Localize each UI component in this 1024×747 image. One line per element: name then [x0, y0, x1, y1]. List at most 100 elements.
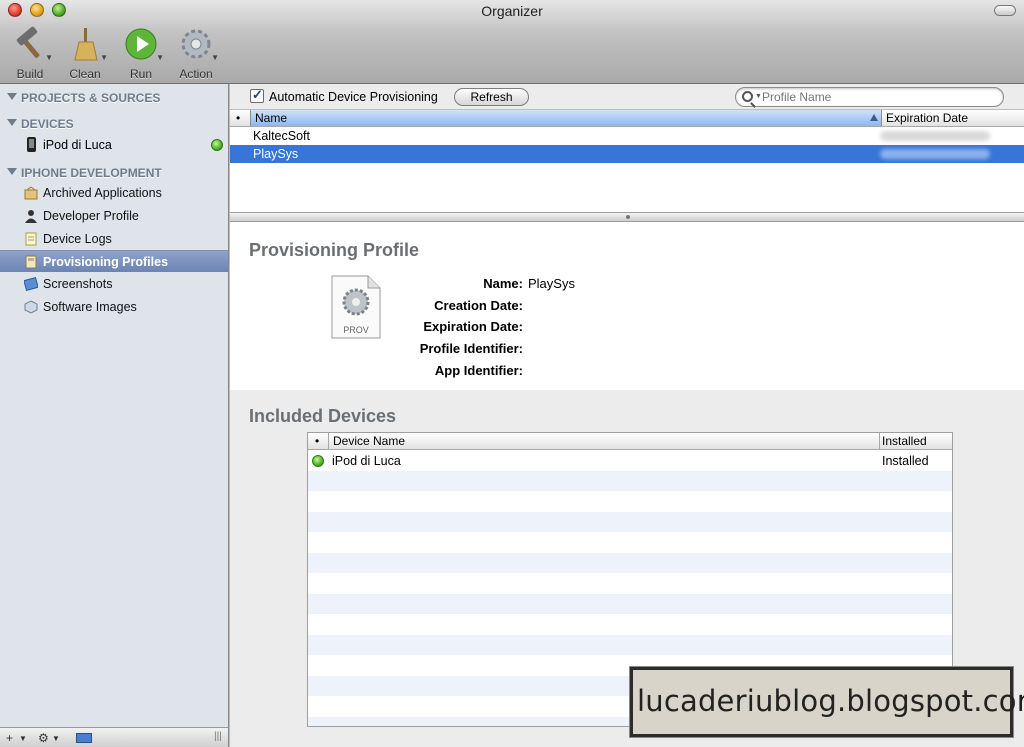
- creation-date-label: Creation Date:: [434, 298, 523, 313]
- build-label: Build: [16, 67, 44, 81]
- software-image-icon: [24, 300, 38, 314]
- profile-identifier-label: Profile Identifier:: [419, 341, 523, 356]
- clean-label: Clean: [69, 67, 101, 81]
- clean-menu-caret: ▼: [100, 53, 108, 62]
- run-menu-caret: ▼: [156, 53, 164, 62]
- included-devices-heading: Included Devices: [249, 406, 397, 426]
- disclosure-triangle-icon: [7, 93, 17, 100]
- redacted-expiration-date: [880, 149, 990, 159]
- sidebar-item-label: Software Images: [43, 300, 137, 314]
- window-toolbar: Organizer ▼ Build ▼ Clean ▼ Run ▼ Action: [0, 0, 1024, 84]
- sidebar-item-device-logs[interactable]: Device Logs: [0, 228, 228, 250]
- device-name-cell: iPod di Luca: [332, 454, 401, 468]
- profile-name-cell: PlaySys: [253, 147, 299, 161]
- clean-button[interactable]: ▼ Clean: [60, 26, 110, 82]
- name-field-value: PlaySys: [528, 276, 575, 291]
- sidebar-item-label: Screenshots: [43, 277, 113, 291]
- disclosure-triangle-icon: [7, 119, 17, 126]
- sidebar-item-provisioning-profiles[interactable]: Provisioning Profiles: [0, 250, 228, 272]
- table-stripe: [308, 512, 952, 532]
- gear-icon: [181, 29, 211, 59]
- run-label: Run: [129, 67, 152, 81]
- table-stripe: [308, 553, 952, 573]
- sidebar-item-label: Provisioning Profiles: [43, 255, 169, 269]
- profile-name-cell: KaltecSoft: [253, 129, 310, 143]
- search-icon: [742, 91, 753, 102]
- devices-label: DEVICES: [21, 117, 74, 131]
- sidebar-action-button[interactable]: ⚙: [38, 731, 49, 745]
- watermark-text: lucaderiublog.blogspot.com: [637, 684, 1024, 718]
- table-stripe: [308, 471, 952, 491]
- iphone-development-header[interactable]: IPHONE DEVELOPMENT: [0, 163, 229, 183]
- sidebar-item-label: Device Logs: [43, 232, 112, 246]
- expiration-date-label: Expiration Date:: [423, 319, 523, 334]
- projects-sources-label: PROJECTS & SOURCES: [21, 91, 161, 105]
- sidebar-bottom-bar: + ▼ ⚙ ▼ |||: [0, 727, 229, 747]
- app-identifier-label: App Identifier:: [434, 363, 523, 378]
- search-menu-caret[interactable]: ▼: [755, 93, 762, 100]
- build-menu-caret: ▼: [45, 53, 53, 62]
- sort-ascending-icon: [870, 114, 878, 121]
- profile-search-field[interactable]: ▼: [735, 87, 1004, 107]
- sidebar-item-label: Archived Applications: [43, 186, 162, 200]
- screenshot-icon: [24, 277, 38, 291]
- installed-column-header[interactable]: Installed: [882, 433, 927, 449]
- sidebar-item-screenshots[interactable]: Screenshots: [0, 273, 228, 295]
- sidebar-item-label: Developer Profile: [43, 209, 139, 223]
- provisioning-profile-heading: Provisioning Profile: [249, 240, 420, 260]
- sidebar-item-software-images[interactable]: Software Images: [0, 296, 228, 318]
- table-row[interactable]: PlaySys: [230, 145, 1024, 163]
- hammer-icon: [16, 26, 40, 59]
- marker-column-header[interactable]: •: [236, 111, 248, 125]
- profiles-table-header: • Name Expiration Date: [230, 110, 1024, 127]
- run-icon: [125, 28, 157, 60]
- projects-sources-header[interactable]: PROJECTS & SOURCES: [0, 88, 229, 108]
- build-button[interactable]: ▼ Build: [5, 26, 55, 82]
- action-button[interactable]: ▼ Action: [171, 26, 221, 82]
- auto-provisioning-label: Automatic Device Provisioning: [269, 90, 438, 104]
- window-title: Organizer: [481, 3, 543, 19]
- search-input[interactable]: [762, 89, 992, 105]
- profile-detail: Provisioning Profile PROV Name: PlaySys …: [230, 222, 1024, 390]
- refresh-button[interactable]: Refresh: [454, 88, 529, 106]
- sidebar-item-label: iPod di Luca: [43, 138, 112, 152]
- action-menu-caret: ▼: [52, 734, 60, 743]
- archive-icon: [24, 186, 38, 200]
- divider-grip-icon: [626, 215, 630, 219]
- name-column-header[interactable]: Name: [250, 110, 882, 126]
- profiles-table: • Name Expiration Date KaltecSoft PlaySy…: [230, 110, 1024, 212]
- installed-cell: Installed: [882, 454, 929, 468]
- disclosure-triangle-icon: [7, 168, 17, 175]
- device-name-column-header[interactable]: Device Name: [328, 433, 880, 449]
- view-toggle-icon[interactable]: [76, 733, 92, 743]
- table-stripe: [308, 594, 952, 614]
- redacted-expiration-date: [880, 131, 990, 141]
- sidebar-item-archived-applications[interactable]: Archived Applications: [0, 182, 228, 204]
- log-icon: [25, 232, 37, 246]
- table-row[interactable]: KaltecSoft: [230, 127, 1024, 145]
- expiration-column-header[interactable]: Expiration Date: [886, 110, 1024, 126]
- add-menu-caret: ▼: [19, 734, 27, 743]
- marker-column-header[interactable]: •: [315, 434, 319, 448]
- sidebar: PROJECTS & SOURCES DEVICES iPod di Luca …: [0, 84, 229, 727]
- device-status-icon: [312, 455, 324, 467]
- split-view-divider[interactable]: [230, 212, 1024, 222]
- devices-header[interactable]: DEVICES: [0, 114, 229, 134]
- profile-icon: [25, 255, 37, 269]
- device-status-icon: [211, 139, 223, 151]
- table-row[interactable]: iPod di Luca Installed: [308, 451, 952, 471]
- add-button[interactable]: +: [6, 731, 13, 745]
- iphone-development-label: IPHONE DEVELOPMENT: [21, 166, 162, 180]
- action-label: Action: [179, 67, 213, 81]
- resize-handle-icon[interactable]: |||: [214, 731, 222, 742]
- broom-icon: [74, 28, 98, 61]
- toolbar-toggle-button[interactable]: [994, 5, 1016, 16]
- action-menu-caret: ▼: [211, 53, 219, 62]
- table-stripe: [308, 635, 952, 655]
- sidebar-item-ipod[interactable]: iPod di Luca: [0, 134, 228, 156]
- sidebar-item-developer-profile[interactable]: Developer Profile: [0, 205, 228, 227]
- auto-provisioning-checkbox[interactable]: [250, 87, 264, 103]
- run-button[interactable]: ▼ Run: [116, 26, 166, 82]
- person-icon: [25, 210, 37, 223]
- name-field-label: Name:: [483, 276, 523, 291]
